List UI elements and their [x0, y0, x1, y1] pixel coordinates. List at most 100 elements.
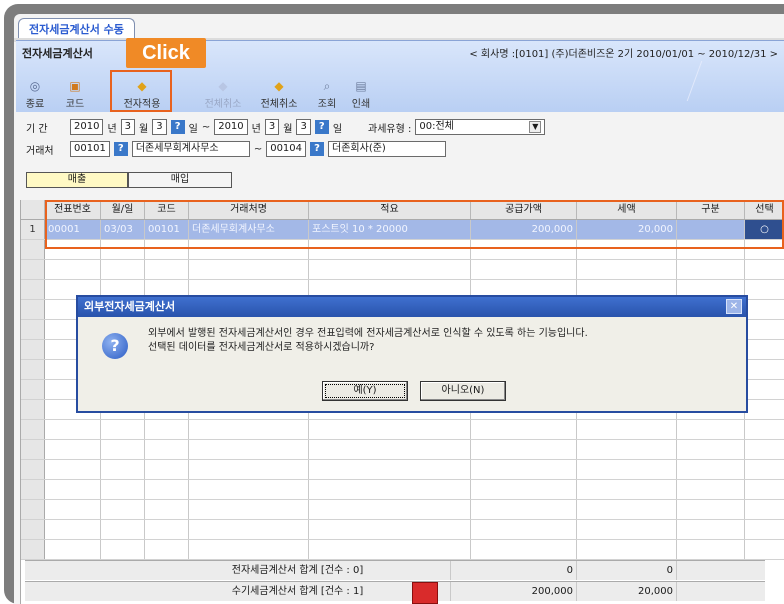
empty-cell[interactable]	[189, 460, 309, 479]
empty-cell[interactable]	[145, 260, 189, 279]
empty-cell[interactable]	[101, 540, 145, 559]
empty-cell[interactable]	[45, 520, 101, 539]
empty-cell[interactable]	[745, 340, 784, 359]
month-from-input[interactable]: 3	[120, 119, 136, 135]
empty-grid-row[interactable]	[21, 240, 784, 260]
cell-partner[interactable]: 더존세무회계사무소	[189, 220, 309, 239]
empty-cell[interactable]	[677, 460, 745, 479]
empty-cell[interactable]	[189, 520, 309, 539]
cell-supply[interactable]: 200,000	[471, 220, 577, 239]
empty-cell[interactable]	[309, 260, 471, 279]
empty-cell[interactable]	[309, 500, 471, 519]
empty-cell[interactable]	[471, 500, 577, 519]
empty-cell[interactable]	[309, 460, 471, 479]
empty-cell[interactable]	[677, 500, 745, 519]
cancel-button-disabled[interactable]: ◆ 전체취소	[200, 79, 246, 111]
empty-cell[interactable]	[471, 420, 577, 439]
purchase-tab[interactable]: 매입	[128, 172, 232, 188]
empty-cell[interactable]	[577, 460, 677, 479]
empty-cell[interactable]	[45, 240, 101, 259]
empty-grid-row[interactable]	[21, 480, 784, 500]
empty-cell[interactable]	[745, 480, 784, 499]
empty-cell[interactable]	[189, 240, 309, 259]
col-slip-number[interactable]: 전표번호	[45, 200, 101, 219]
cell-date[interactable]: 03/03	[101, 220, 145, 239]
empty-cell[interactable]	[577, 480, 677, 499]
cell-memo[interactable]: 포스트잇 10 * 20000	[309, 220, 471, 239]
empty-cell[interactable]	[745, 360, 784, 379]
empty-cell[interactable]	[745, 240, 784, 259]
empty-cell[interactable]	[189, 420, 309, 439]
empty-cell[interactable]	[577, 540, 677, 559]
day-from-input[interactable]: 3	[152, 119, 167, 135]
empty-cell[interactable]	[471, 260, 577, 279]
empty-cell[interactable]	[471, 440, 577, 459]
col-code[interactable]: 코드	[145, 200, 189, 219]
search-button[interactable]: ⌕ 조회	[314, 79, 340, 111]
cell-code[interactable]: 00101	[145, 220, 189, 239]
empty-cell[interactable]	[45, 540, 101, 559]
empty-cell[interactable]	[745, 380, 784, 399]
no-button[interactable]: 아니오(N)	[420, 381, 506, 401]
empty-cell[interactable]	[101, 460, 145, 479]
empty-cell[interactable]	[471, 240, 577, 259]
empty-cell[interactable]	[577, 500, 677, 519]
empty-cell[interactable]	[101, 260, 145, 279]
empty-cell[interactable]	[677, 540, 745, 559]
cell-type[interactable]	[677, 220, 745, 239]
empty-cell[interactable]	[145, 240, 189, 259]
partner-from-help-icon[interactable]: ?	[113, 142, 128, 156]
empty-cell[interactable]	[745, 500, 784, 519]
empty-cell[interactable]	[101, 480, 145, 499]
tax-type-select[interactable]: 00:전체 ▼	[415, 119, 546, 135]
empty-cell[interactable]	[309, 480, 471, 499]
empty-cell[interactable]	[577, 260, 677, 279]
empty-cell[interactable]	[145, 420, 189, 439]
tab-electronic-invoice[interactable]: 전자세금계산서 수동	[18, 18, 135, 40]
empty-grid-row[interactable]	[21, 520, 784, 540]
partner-to-name-input[interactable]: 더존회사(준)	[328, 141, 447, 157]
print-button[interactable]: ▤ 인쇄	[348, 79, 374, 111]
close-button[interactable]: ◎ 종료	[22, 79, 48, 111]
col-select[interactable]: 선택	[745, 200, 784, 219]
empty-grid-row[interactable]	[21, 540, 784, 560]
empty-cell[interactable]	[145, 480, 189, 499]
empty-cell[interactable]	[577, 420, 677, 439]
empty-cell[interactable]	[471, 460, 577, 479]
empty-grid-row[interactable]	[21, 420, 784, 440]
month-to-input[interactable]: 3	[264, 119, 280, 135]
empty-cell[interactable]	[309, 520, 471, 539]
empty-cell[interactable]	[471, 520, 577, 539]
empty-cell[interactable]	[745, 520, 784, 539]
year-from-input[interactable]: 2010	[70, 119, 104, 135]
empty-cell[interactable]	[45, 460, 101, 479]
year-to-input[interactable]: 2010	[214, 119, 248, 135]
empty-cell[interactable]	[101, 240, 145, 259]
col-supply-amount[interactable]: 공급가액	[471, 200, 577, 219]
empty-cell[interactable]	[45, 500, 101, 519]
empty-cell[interactable]	[745, 320, 784, 339]
col-date[interactable]: 월/일	[101, 200, 145, 219]
cell-slip[interactable]: 00001	[45, 220, 101, 239]
day-to-help-icon[interactable]: ?	[314, 120, 329, 134]
empty-cell[interactable]	[745, 460, 784, 479]
empty-cell[interactable]	[471, 540, 577, 559]
sales-tab[interactable]: 매출	[26, 172, 128, 188]
code-button[interactable]: ▣ 코드	[62, 79, 88, 111]
empty-cell[interactable]	[309, 540, 471, 559]
empty-cell[interactable]	[45, 440, 101, 459]
col-partner[interactable]: 거래처명	[189, 200, 309, 219]
empty-cell[interactable]	[745, 280, 784, 299]
empty-cell[interactable]	[677, 480, 745, 499]
empty-cell[interactable]	[577, 240, 677, 259]
empty-cell[interactable]	[745, 540, 784, 559]
partner-to-help-icon[interactable]: ?	[310, 142, 325, 156]
cell-select-radio[interactable]: ○	[745, 220, 784, 239]
empty-cell[interactable]	[45, 260, 101, 279]
day-to-input[interactable]: 3	[296, 119, 311, 135]
empty-grid-row[interactable]	[21, 500, 784, 520]
empty-cell[interactable]	[745, 400, 784, 419]
empty-cell[interactable]	[745, 440, 784, 459]
empty-cell[interactable]	[309, 420, 471, 439]
empty-grid-row[interactable]	[21, 440, 784, 460]
